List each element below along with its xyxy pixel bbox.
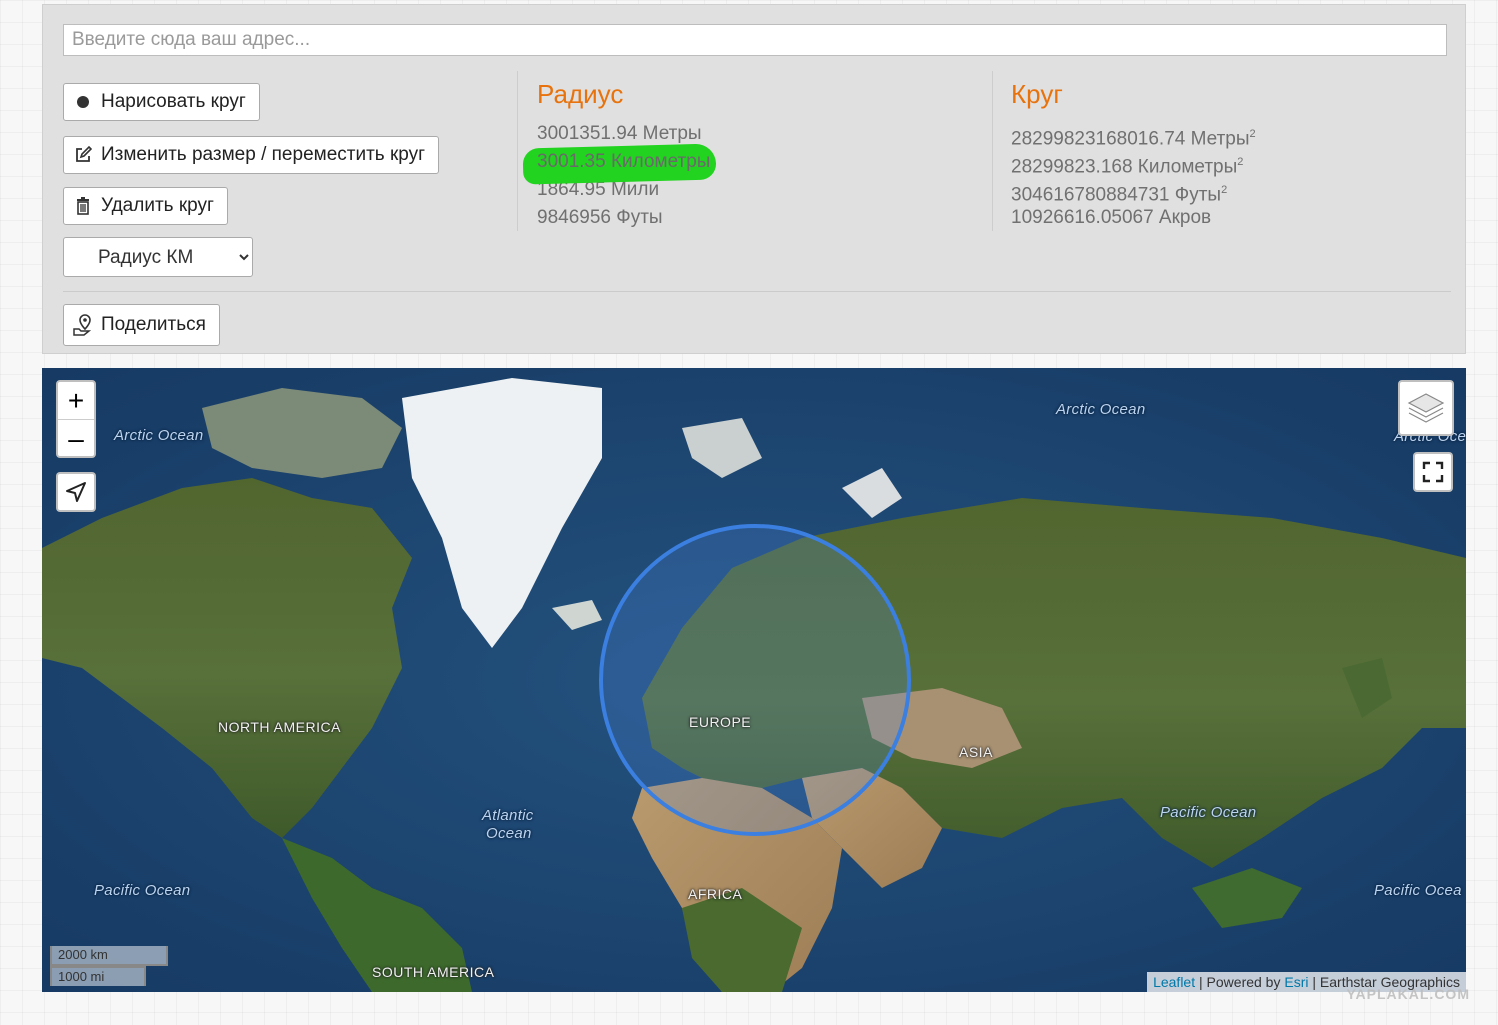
navigation-arrow-icon [66, 482, 86, 502]
radius-circle-overlay [599, 524, 911, 836]
esri-link[interactable]: Esri [1284, 974, 1308, 990]
map-label: AFRICA [688, 886, 743, 902]
circle-sq-meters-row: 28299823168016.74 Метры2 [1011, 120, 1256, 150]
panel-divider [63, 291, 1451, 292]
column-divider [517, 71, 518, 231]
radius-feet: 9846956 Футы [537, 207, 663, 228]
layers-icon [1407, 393, 1445, 423]
leaflet-link[interactable]: Leaflet [1153, 974, 1195, 990]
map-label: Arctic Ocean [1056, 401, 1146, 418]
map-label: SOUTH AMERICA [372, 964, 495, 980]
locate-button[interactable] [56, 472, 96, 512]
circle-sq-kilometers: 28299823.168 Километры [1011, 156, 1238, 178]
attribution-powered: | Powered by [1199, 974, 1281, 990]
share-button[interactable]: Поделиться [63, 304, 220, 346]
satellite-map-image [42, 368, 1466, 992]
map-label: Atlantic [482, 807, 534, 824]
edit-circle-button[interactable]: Изменить размер / переместить круг [63, 136, 440, 174]
square-sup: 2 [1249, 128, 1256, 140]
delete-circle-button[interactable]: Удалить круг [63, 187, 228, 225]
fullscreen-button[interactable] [1413, 452, 1453, 492]
share-location-icon [73, 314, 93, 336]
scale-bar-mi: 1000 mi [50, 966, 146, 986]
zoom-out-button[interactable]: – [58, 420, 94, 457]
edit-circle-label: Изменить размер / переместить круг [101, 144, 426, 165]
map-label: Pacific Ocean [1160, 804, 1257, 821]
circle-sq-feet: 304616780884731 Футы [1011, 184, 1222, 206]
map-view[interactable]: Arctic Ocean Arctic Ocean Arctic Oce NOR… [42, 368, 1466, 992]
circle-column: Круг 28299823168016.74 Метры2 28299823.1… [1011, 79, 1256, 232]
circle-sq-kilometers-row: 28299823.168 Километры2 [1011, 148, 1256, 178]
circle-acres: 10926616.05067 Акров [1011, 207, 1212, 228]
circle-dot-icon [73, 92, 93, 112]
trash-icon [73, 196, 93, 216]
fullscreen-icon [1422, 461, 1444, 483]
map-label: Pacific Ocean [94, 882, 191, 899]
radius-kilometers: 3001.35 Километры [537, 151, 711, 172]
circle-sq-feet-row: 304616780884731 Футы2 [1011, 176, 1256, 206]
radius-column: Радиус 3001351.94 Метры 3001.35 Километр… [537, 79, 710, 232]
circle-sq-meters: 28299823168016.74 Метры [1011, 128, 1250, 150]
delete-circle-label: Удалить круг [101, 195, 214, 216]
edit-icon [73, 145, 93, 165]
scale-bar-km: 2000 km [50, 946, 168, 966]
circle-title: Круг [1011, 79, 1063, 109]
radius-kilometers-row: 3001.35 Километры [537, 148, 710, 176]
column-divider [992, 71, 993, 231]
radius-title: Радиус [537, 79, 624, 109]
draw-circle-button[interactable]: Нарисовать круг [63, 83, 260, 121]
map-label: Arctic Ocean [114, 427, 204, 444]
address-input[interactable] [63, 24, 1447, 56]
map-label: Ocean [486, 825, 532, 842]
map-label: ASIA [959, 744, 993, 760]
map-label: Pacific Ocea [1374, 882, 1462, 899]
control-panel: Нарисовать круг Изменить размер / переме… [42, 4, 1466, 354]
draw-circle-label: Нарисовать круг [101, 91, 246, 112]
square-sup: 2 [1237, 156, 1244, 168]
share-label: Поделиться [101, 314, 206, 335]
zoom-in-button[interactable]: + [58, 382, 94, 420]
map-label: NORTH AMERICA [218, 719, 341, 735]
radius-unit-select[interactable]: Радиус КМ [63, 237, 253, 277]
highlight-marker: 3001.35 Километры [537, 148, 710, 176]
map-label: EUROPE [689, 714, 752, 730]
square-sup: 2 [1221, 184, 1228, 196]
layers-button[interactable] [1398, 380, 1454, 436]
site-watermark: YAPLAKAL.COM [1346, 986, 1470, 1002]
zoom-control: + – [56, 380, 96, 458]
